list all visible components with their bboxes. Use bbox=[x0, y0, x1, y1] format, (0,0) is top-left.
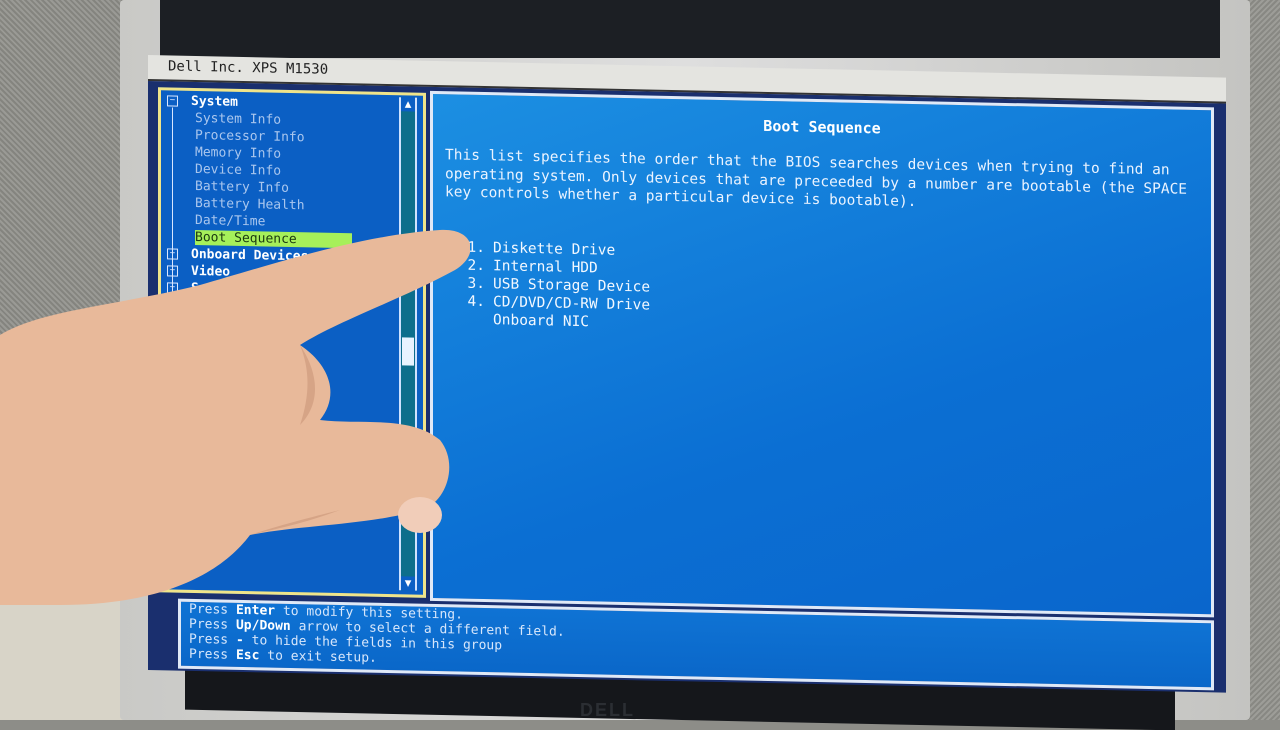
help-key: - bbox=[235, 632, 244, 649]
dell-logo: DELL bbox=[580, 700, 635, 720]
settings-tree: − System System Info Processor Info Memory I… bbox=[165, 92, 395, 335]
help-prefix: Press bbox=[189, 646, 229, 663]
expand-icon[interactable]: + bbox=[167, 299, 178, 311]
expand-icon[interactable]: + bbox=[167, 265, 178, 277]
tree-scrollbar[interactable]: ▲ ▼ bbox=[399, 97, 417, 591]
setting-detail-panel: Boot Sequence This list specifies the or… bbox=[430, 90, 1214, 618]
tree-item-label: Device Info bbox=[195, 161, 282, 179]
expand-icon[interactable]: + bbox=[167, 248, 178, 260]
tree-item-label: Processor Info bbox=[195, 127, 305, 146]
tree-item-label: Security bbox=[191, 280, 254, 298]
boot-device-name: Internal HDD bbox=[493, 258, 598, 277]
boot-order-number bbox=[453, 323, 493, 324]
boot-order-number: 2. bbox=[467, 257, 485, 275]
window-title: Dell Inc. XPS M1530 bbox=[168, 58, 329, 78]
tree-item-label: Video bbox=[191, 263, 231, 280]
scroll-down-arrow-icon[interactable]: ▼ bbox=[401, 576, 415, 591]
boot-device-name: CD/DVD/CD-RW Drive bbox=[493, 294, 651, 314]
tree-item-label: System bbox=[191, 93, 238, 110]
boot-device-name: Onboard NIC bbox=[493, 312, 590, 331]
panel-title: Boot Sequence bbox=[763, 116, 881, 138]
boot-order-number: 3. bbox=[467, 275, 485, 293]
tree-item-label: Battery Info bbox=[195, 178, 289, 196]
collapse-icon[interactable]: − bbox=[167, 95, 178, 107]
tree-item-label: Power Management bbox=[191, 314, 317, 333]
help-prefix: Press bbox=[189, 616, 229, 633]
tree-item-label: Performance bbox=[191, 297, 278, 315]
tree-item-label: Battery Health bbox=[195, 195, 305, 214]
panel-description: This list specifies the order that the B… bbox=[445, 147, 1188, 211]
tree-item-label: System Info bbox=[195, 110, 282, 128]
help-key: Esc bbox=[235, 647, 260, 664]
tree-item-label: Onboard Devices bbox=[191, 246, 309, 265]
boot-order-number: 4. bbox=[467, 293, 485, 311]
bezel-top bbox=[160, 0, 1220, 58]
scroll-up-arrow-icon[interactable]: ▲ bbox=[401, 97, 415, 112]
tree-item-label: Memory Info bbox=[195, 144, 282, 162]
expand-icon[interactable]: + bbox=[167, 316, 178, 328]
expand-icon[interactable]: + bbox=[167, 282, 178, 294]
boot-order-number: 1. bbox=[467, 239, 485, 257]
boot-device-name: Diskette Drive bbox=[493, 240, 616, 259]
help-key: Enter bbox=[235, 602, 276, 619]
settings-tree-panel: − System System Info Processor Info Memory I… bbox=[158, 87, 426, 598]
tree-item-power-management[interactable]: + Power Management bbox=[165, 313, 395, 335]
help-prefix: Press bbox=[189, 601, 229, 618]
help-key: Up/Down bbox=[235, 617, 291, 634]
scroll-thumb[interactable] bbox=[402, 337, 414, 366]
tree-item-label: Date/Time bbox=[195, 212, 266, 230]
bios-screen: Dell Inc. XPS M1530 − System System Info Pr… bbox=[148, 55, 1226, 693]
boot-device-list: 1. Diskette Drive 2. Internal HDD 3. USB St… bbox=[453, 238, 651, 332]
help-text: to exit setup. bbox=[267, 648, 377, 666]
help-prefix: Press bbox=[189, 631, 229, 648]
boot-device-name: USB Storage Device bbox=[493, 276, 651, 296]
